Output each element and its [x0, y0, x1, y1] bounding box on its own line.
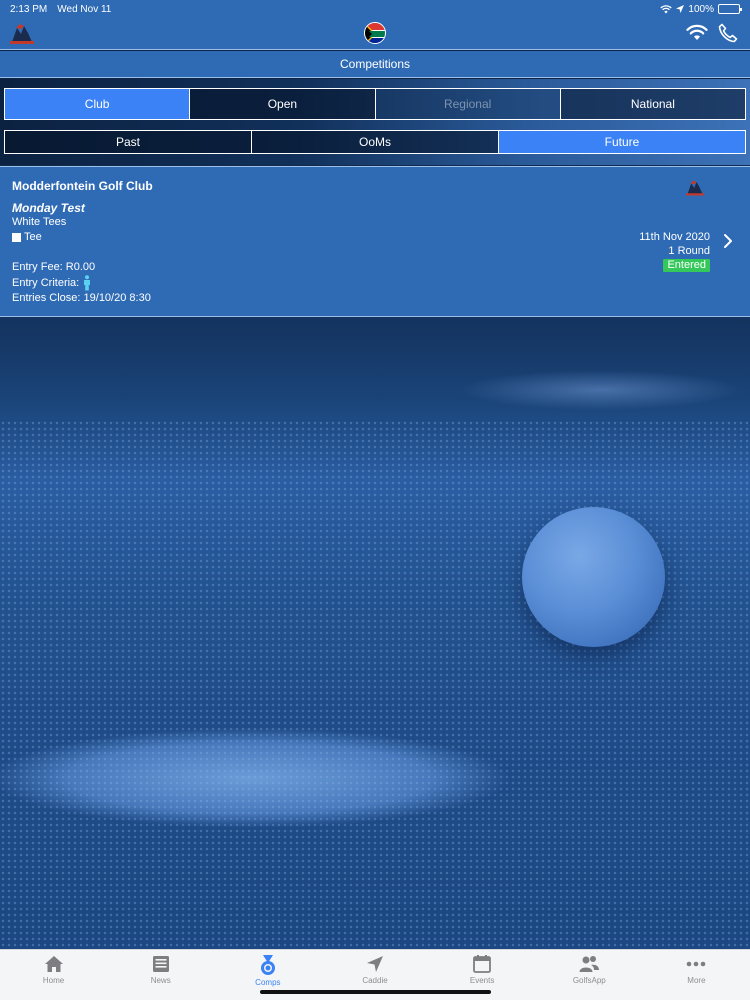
- tee-indicator: Tee: [12, 231, 42, 243]
- tab-news[interactable]: News: [107, 950, 214, 1000]
- calendar-icon: [473, 955, 492, 973]
- competition-date: 11th Nov 2020: [639, 231, 710, 243]
- wifi-icon[interactable]: [686, 24, 708, 42]
- tab-club[interactable]: Club: [4, 88, 191, 120]
- region-segmented-control: Club Open Regional National: [4, 88, 746, 120]
- tab-events-label: Events: [469, 976, 495, 985]
- entered-badge: Entered: [663, 259, 710, 272]
- status-bar: 2:13 PM Wed Nov 11 100%: [0, 0, 750, 18]
- tab-comps-label: Comps: [255, 978, 281, 987]
- people-icon: [579, 956, 600, 972]
- tab-news-label: News: [150, 976, 171, 985]
- golf-ball-image: [522, 507, 665, 647]
- tab-ooms[interactable]: OoMs: [251, 130, 499, 154]
- location-icon: [676, 5, 685, 13]
- tee-label: Tee: [24, 231, 42, 243]
- battery-icon: [718, 4, 742, 14]
- more-dots-icon: [687, 961, 706, 967]
- page-title: Competitions: [0, 51, 750, 78]
- club-name: Modderfontein Golf Club: [12, 179, 153, 193]
- period-segmented-control: Past OoMs Future: [4, 130, 746, 154]
- navigation-arrow-icon: [366, 956, 383, 972]
- south-africa-flag-icon[interactable]: [364, 22, 386, 44]
- competition-name: Monday Test: [12, 201, 85, 215]
- filter-area: Club Open Regional National Past OoMs Fu…: [0, 79, 750, 165]
- wifi-status-icon: [660, 4, 673, 13]
- entry-fee: Entry Fee: R0.00: [12, 261, 96, 273]
- tees-label: White Tees: [12, 216, 67, 228]
- club-logo-icon[interactable]: [8, 22, 36, 46]
- app-header: [0, 18, 750, 50]
- tab-golfsapp-label: GolfsApp: [572, 976, 606, 985]
- status-time: 2:13 PM: [10, 3, 48, 15]
- home-icon: [44, 956, 63, 972]
- tab-future[interactable]: Future: [498, 130, 746, 154]
- person-icon: [84, 275, 91, 291]
- entry-criteria-label: Entry Criteria:: [12, 277, 80, 289]
- tab-open[interactable]: Open: [189, 88, 376, 120]
- club-logo-icon: [686, 180, 704, 196]
- status-date: Wed Nov 11: [57, 3, 112, 15]
- medal-icon: [260, 955, 275, 975]
- tab-regional[interactable]: Regional: [374, 88, 561, 120]
- tab-golfsapp[interactable]: GolfsApp: [536, 950, 643, 1000]
- tee-color-swatch: [12, 232, 21, 242]
- tab-more-label: More: [687, 976, 706, 985]
- competition-card[interactable]: Modderfontein Golf Club Monday Test Whit…: [0, 166, 750, 317]
- grass-texture: [0, 420, 750, 960]
- tab-past[interactable]: Past: [4, 130, 252, 154]
- competition-rounds: 1 Round: [668, 245, 710, 257]
- status-right: 100%: [660, 3, 742, 15]
- entry-criteria: Entry Criteria:: [12, 275, 91, 291]
- tab-home-label: Home: [42, 976, 65, 985]
- home-indicator[interactable]: [260, 990, 491, 994]
- phone-icon[interactable]: [718, 23, 738, 43]
- tab-home[interactable]: Home: [0, 950, 107, 1000]
- chevron-right-icon[interactable]: [722, 233, 734, 249]
- news-icon: [152, 956, 169, 972]
- tab-more[interactable]: More: [643, 950, 750, 1000]
- tab-national[interactable]: National: [559, 88, 746, 120]
- battery-percent: 100%: [688, 3, 714, 15]
- tab-caddie-label: Caddie: [362, 976, 388, 985]
- entries-close: Entries Close: 19/10/20 8:30: [12, 292, 151, 304]
